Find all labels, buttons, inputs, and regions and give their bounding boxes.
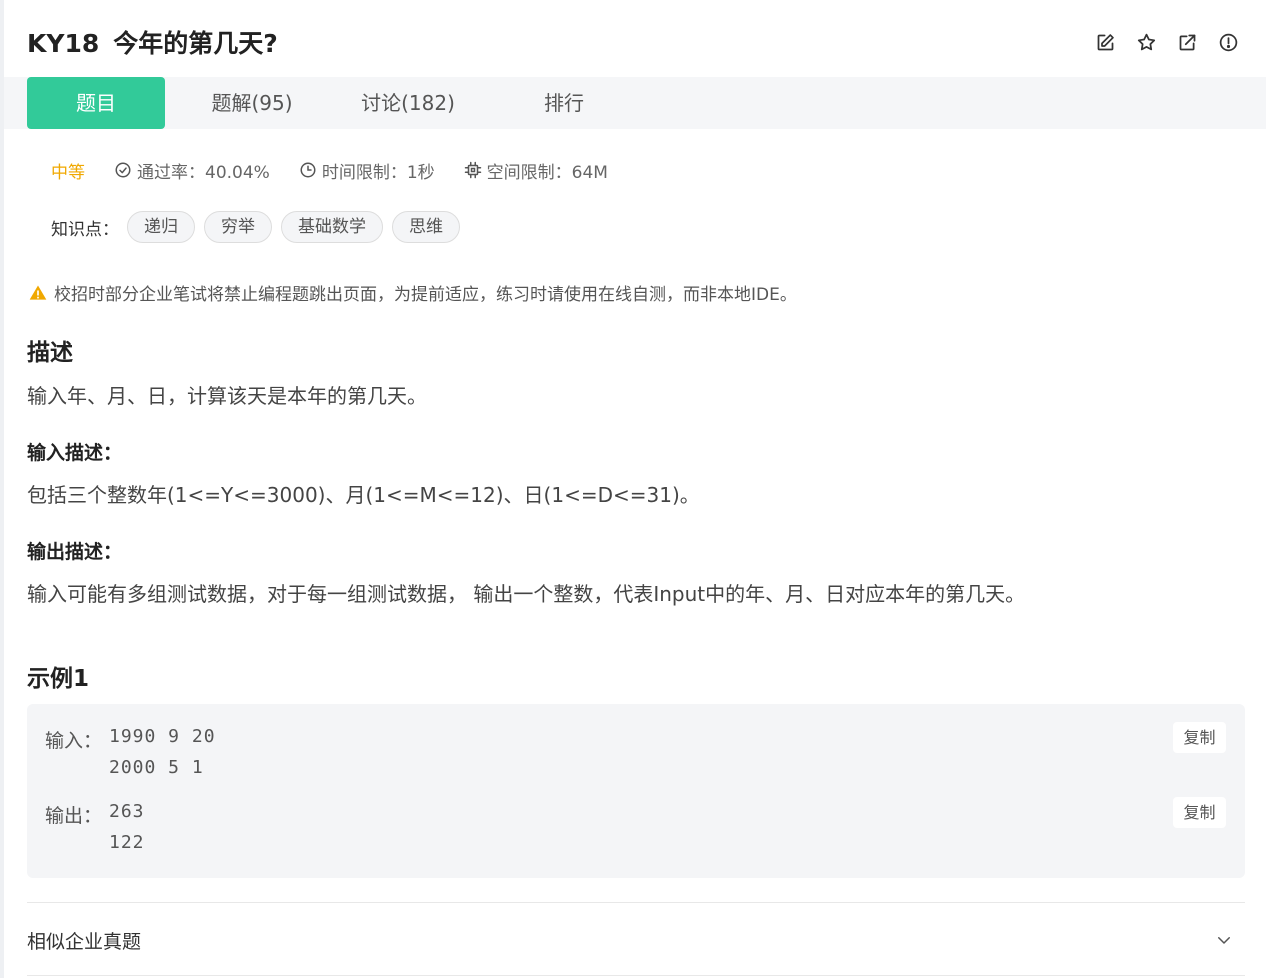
knowledge-tag[interactable]: 递归 (127, 211, 195, 243)
example-output-line: 122 (109, 832, 145, 853)
problem-title: KY18 今年的第几天? (27, 24, 1243, 64)
input-description-text: 包括三个整数年(1<=Y<=3000)、月(1<=M<=12)、日(1<=D<=… (27, 483, 700, 507)
difficulty-badge: 中等 (51, 162, 85, 183)
tab-solutions[interactable]: 题解(95) (184, 77, 320, 129)
problem-meta: 中等 通过率：40.04% 时间限制：1秒 空间限制：64M (51, 156, 637, 184)
knowledge-tag[interactable]: 基础数学 (281, 211, 383, 243)
copy-input-button[interactable]: 复制 (1173, 722, 1226, 753)
time-limit: 时间限制：1秒 (299, 158, 435, 183)
example-input-label: 输入： (45, 730, 103, 752)
example-input-line: 2000 5 1 (109, 757, 204, 778)
tab-problem[interactable]: 题目 (27, 77, 165, 129)
example-heading: 示例1 (27, 666, 90, 692)
problem-tabs: 题目 题解(95) 讨论(182) 排行 (4, 77, 1266, 129)
input-description-heading: 输入描述： (27, 442, 123, 464)
example-box: 输入： 1990 9 20 2000 5 1 复制 输出： 263 122 复制 (27, 704, 1245, 878)
clock-icon (300, 162, 316, 178)
left-edge-divider (0, 0, 4, 978)
time-limit-text: 时间限制：1秒 (321, 162, 435, 183)
similar-questions-panel[interactable]: 相似企业真题 (27, 902, 1245, 976)
warning-icon (29, 285, 47, 300)
check-circle-icon (115, 162, 131, 178)
chip-icon (464, 161, 481, 179)
output-description-heading: 输出描述： (27, 541, 123, 563)
example-output-line: 263 (109, 801, 145, 822)
edit-icon[interactable] (1095, 32, 1116, 53)
description-text: 输入年、月、日，计算该天是本年的第几天。 (27, 384, 427, 408)
pass-rate: 通过率：40.04% (114, 158, 270, 183)
space-limit-text: 空间限制：64M (486, 162, 608, 183)
space-limit: 空间限制：64M (464, 158, 608, 183)
description-heading: 描述 (27, 340, 73, 366)
knowledge-tag[interactable]: 穷举 (204, 211, 272, 243)
problem-id: KY18 (27, 29, 100, 58)
copy-output-button[interactable]: 复制 (1173, 797, 1226, 828)
knowledge-label: 知识点： (51, 219, 119, 240)
header-actions (1095, 32, 1239, 53)
problem-name: 今年的第几天? (113, 29, 278, 58)
problem-header: KY18 今年的第几天? (27, 24, 1243, 64)
report-icon[interactable] (1218, 32, 1239, 53)
example-input-line: 1990 9 20 (109, 726, 216, 747)
example-output-label: 输出： (45, 805, 103, 827)
tab-discussion[interactable]: 讨论(182) (340, 77, 476, 129)
knowledge-tag[interactable]: 思维 (392, 211, 460, 243)
similar-questions-label: 相似企业真题 (27, 931, 142, 953)
chevron-down-icon[interactable] (1215, 931, 1233, 949)
star-icon[interactable] (1136, 32, 1157, 53)
pass-rate-text: 通过率：40.04% (137, 162, 270, 183)
knowledge-points: 知识点： 递归 穷举 基础数学 思维 (51, 211, 469, 243)
tab-ranking[interactable]: 排行 (496, 77, 632, 129)
warning-text: 校招时部分企业笔试将禁止编程题跳出页面，为提前适应，练习时请使用在线自测，而非本… (54, 285, 797, 305)
open-external-icon[interactable] (1177, 32, 1198, 53)
exam-warning: 校招时部分企业笔试将禁止编程题跳出页面，为提前适应，练习时请使用在线自测，而非本… (28, 280, 797, 305)
output-description-text: 输入可能有多组测试数据，对于每一组测试数据， 输出一个整数，代表Input中的年… (27, 582, 1026, 606)
